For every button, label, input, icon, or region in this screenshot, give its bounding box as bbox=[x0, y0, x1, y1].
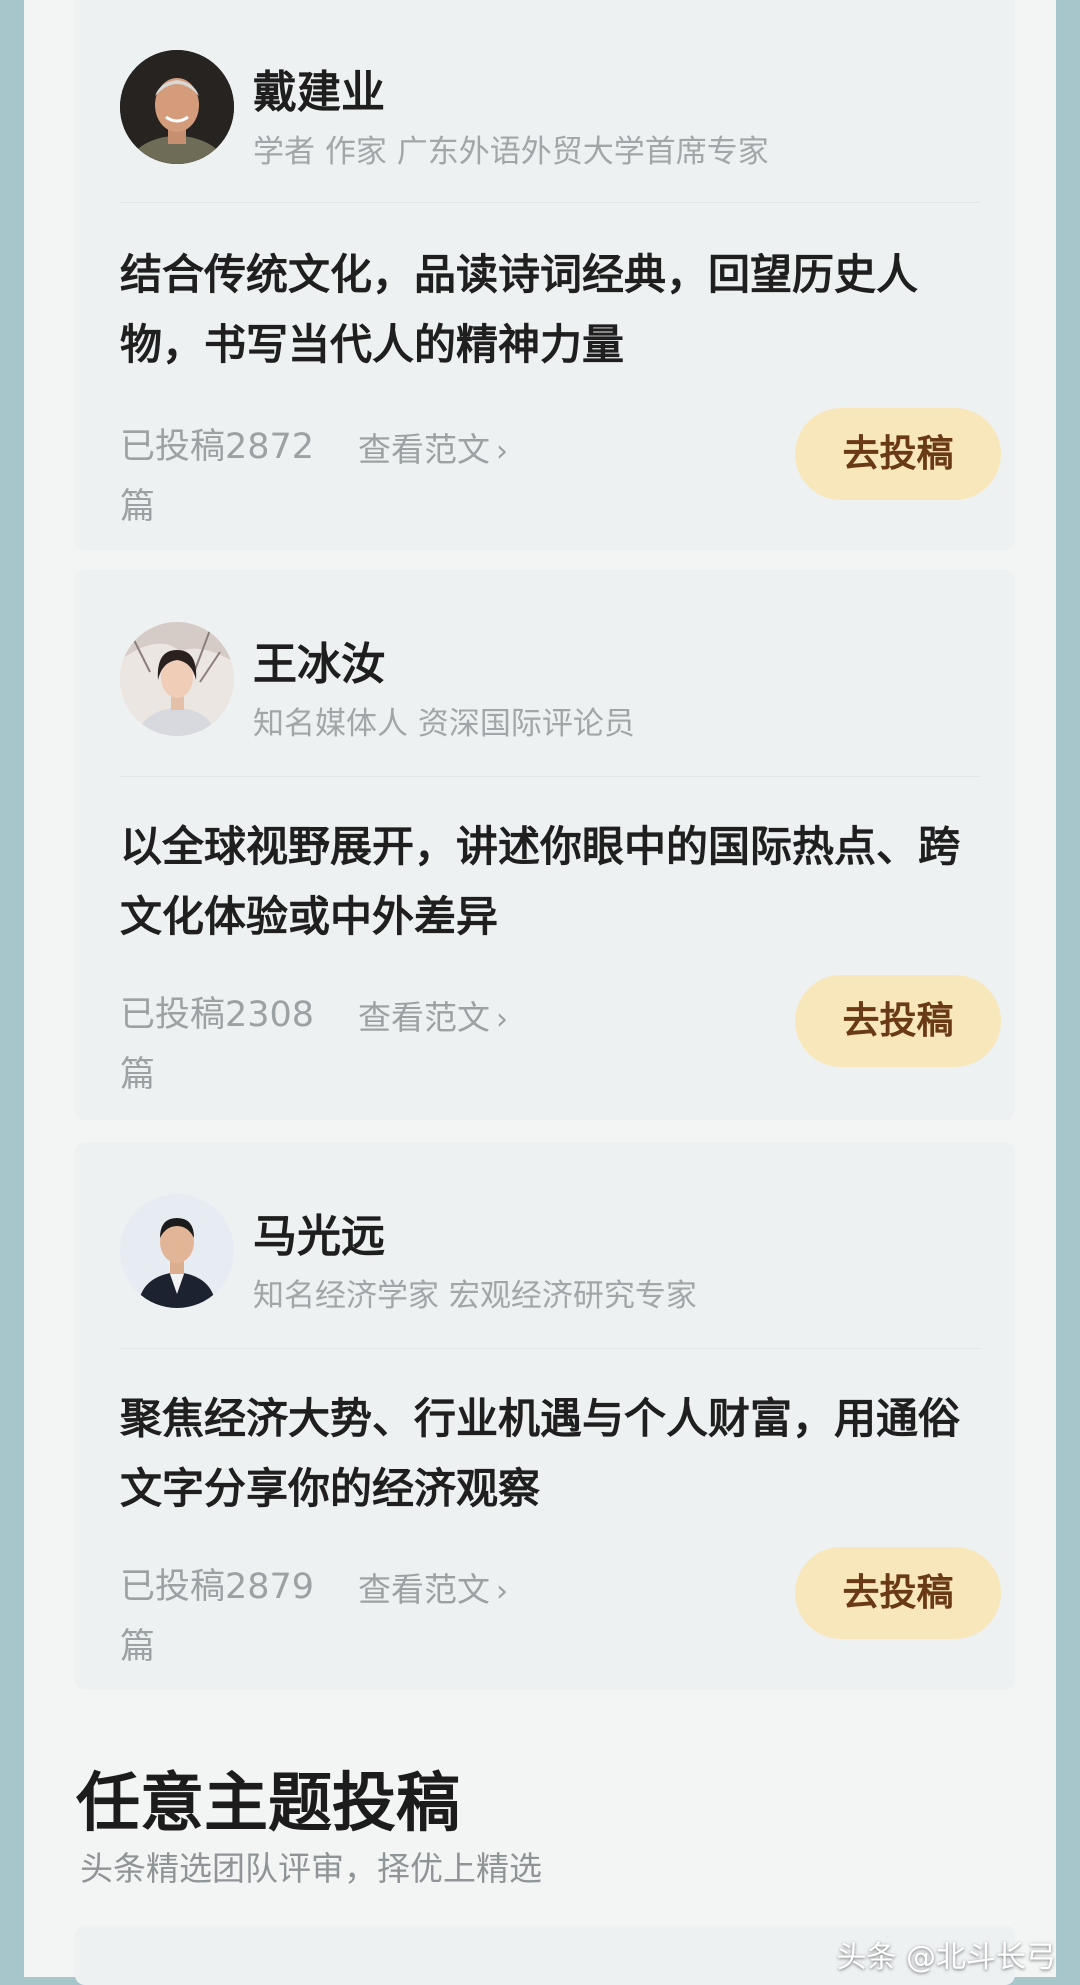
avatar-image bbox=[120, 1194, 234, 1308]
avatar[interactable] bbox=[120, 622, 234, 736]
mentor-card: 王冰汝 知名媒体人 资深国际评论员 以全球视野展开，讲述你眼中的国际热点、跨文化… bbox=[75, 570, 1015, 1120]
section-title: 任意主题投稿 bbox=[76, 1766, 460, 1841]
submission-count: 已投稿2872篇 bbox=[120, 427, 315, 527]
submit-button[interactable]: 去投稿 bbox=[795, 408, 1001, 500]
submit-button[interactable]: 去投稿 bbox=[795, 975, 1001, 1067]
divider bbox=[120, 1348, 980, 1349]
mentor-name: 戴建业 bbox=[253, 67, 385, 118]
view-sample-link[interactable]: 查看范文 › bbox=[358, 423, 508, 471]
mentor-name: 王冰汝 bbox=[253, 639, 385, 690]
avatar[interactable] bbox=[120, 1194, 234, 1308]
divider bbox=[120, 202, 980, 203]
mentor-title: 知名媒体人 资深国际评论员 bbox=[253, 706, 635, 742]
view-sample-label: 查看范文 bbox=[358, 1570, 490, 1609]
chevron-right-icon: › bbox=[496, 1002, 508, 1037]
divider bbox=[120, 776, 980, 777]
view-sample-label: 查看范文 bbox=[358, 998, 490, 1037]
submission-count: 已投稿2308篇 bbox=[120, 995, 315, 1095]
topic-description: 结合传统文化，品读诗词经典，回望历史人物，书写当代人的精神力量 bbox=[120, 250, 919, 369]
mentor-title: 知名经济学家 宏观经济研究专家 bbox=[253, 1278, 697, 1314]
submit-button[interactable]: 去投稿 bbox=[795, 1547, 1001, 1639]
submission-count: 已投稿2879篇 bbox=[120, 1567, 315, 1667]
section-subtitle: 头条精选团队评审，择优上精选 bbox=[80, 1849, 542, 1888]
view-sample-link[interactable]: 查看范文 › bbox=[358, 1563, 508, 1611]
mentor-card: 马光远 知名经济学家 宏观经济研究专家 聚焦经济大势、行业机遇与个人财富，用通俗… bbox=[75, 1142, 1015, 1690]
avatar-image bbox=[120, 50, 234, 164]
chevron-right-icon: › bbox=[496, 1574, 508, 1609]
topic-description: 以全球视野展开，讲述你眼中的国际热点、跨文化体验或中外差异 bbox=[120, 822, 961, 941]
mentor-card: 戴建业 学者 作家 广东外语外贸大学首席专家 结合传统文化，品读诗词经典，回望历… bbox=[75, 0, 1015, 550]
mentor-name: 马光远 bbox=[253, 1211, 385, 1262]
view-sample-label: 查看范文 bbox=[358, 430, 490, 469]
chevron-right-icon: › bbox=[496, 434, 508, 469]
topic-description: 聚焦经济大势、行业机遇与个人财富，用通俗文字分享你的经济观察 bbox=[120, 1394, 961, 1513]
avatar-image bbox=[120, 622, 234, 736]
watermark: 头条 @北斗长弓 bbox=[836, 1940, 1056, 1975]
avatar[interactable] bbox=[120, 50, 234, 164]
view-sample-link[interactable]: 查看范文 › bbox=[358, 991, 508, 1039]
mentor-title: 学者 作家 广东外语外贸大学首席专家 bbox=[253, 134, 769, 170]
